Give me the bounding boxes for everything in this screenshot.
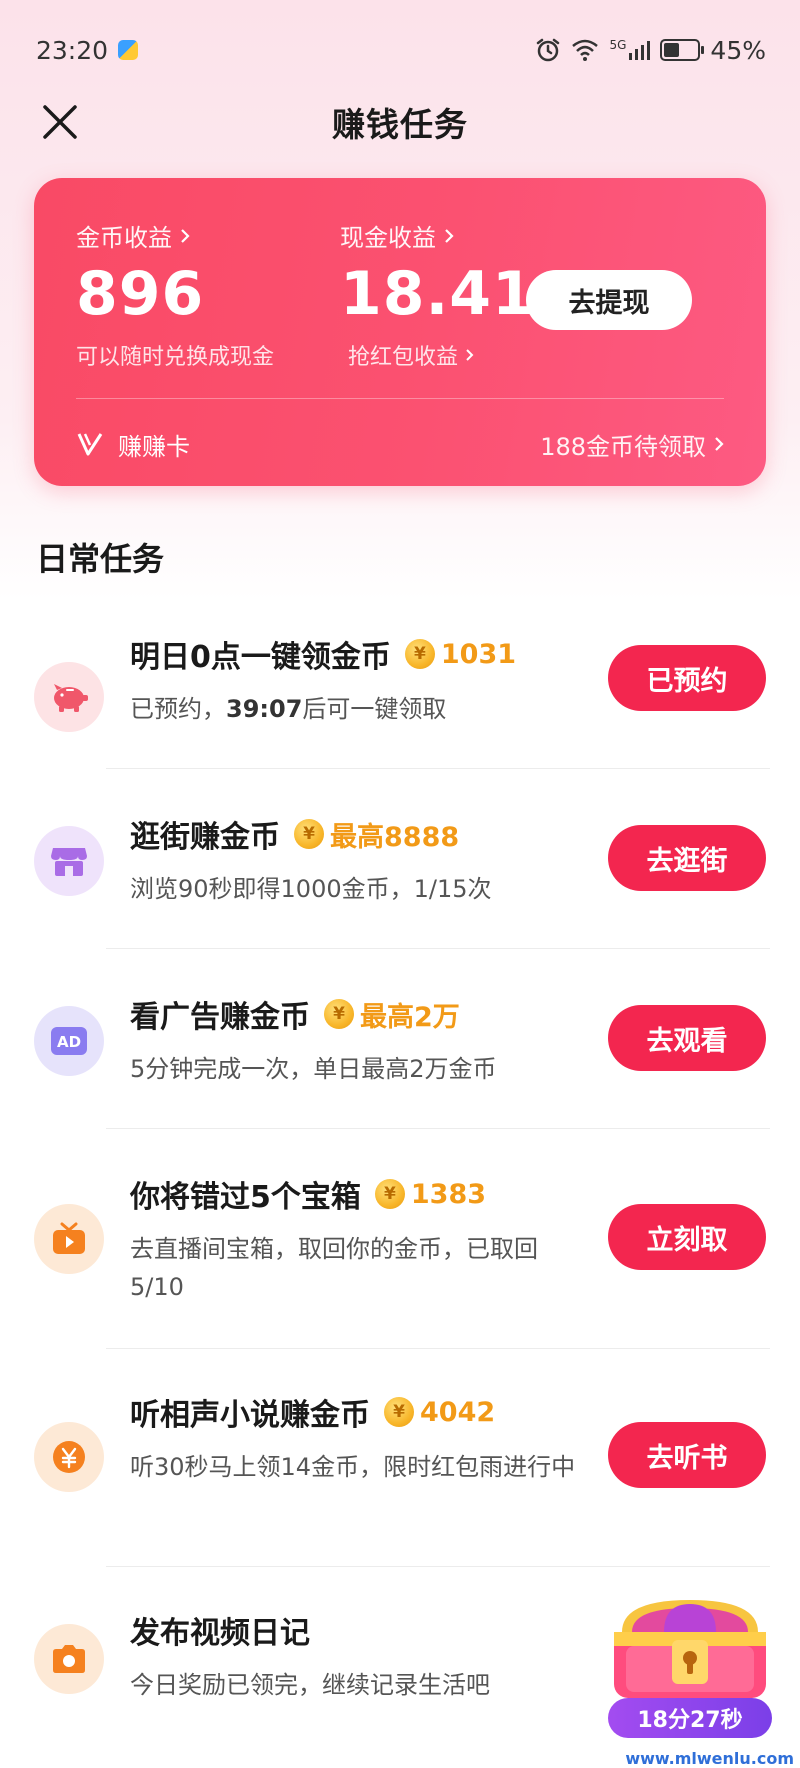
cash-earnings[interactable]: 现金收益 18.41 抢红包收益: [340, 218, 535, 371]
app-notification-icon: [118, 40, 139, 60]
shop-icon: [51, 848, 87, 876]
alarm-icon: [537, 38, 560, 62]
coin-earnings-value: 896: [76, 259, 205, 329]
task-button-watch[interactable]: 去观看: [608, 1005, 766, 1071]
zhuanzhuan-card-label: 赚赚卡: [118, 432, 190, 461]
red-packet-earnings-link[interactable]: 抢红包收益: [348, 339, 458, 371]
coin-icon: ¥: [404, 639, 435, 669]
earn-tasks-page: 23:20 5G 45% 赚钱任务 金币收益 896 可以随时兑换成现金 现金收…: [0, 0, 800, 1768]
page-title: 赚钱任务: [332, 105, 468, 144]
ad-icon: AD: [51, 1027, 87, 1055]
chevron-right-icon: [181, 228, 190, 243]
signal-icon: [629, 41, 651, 60]
v-logo-icon: [77, 433, 103, 456]
task-reward: ¥ 1031: [404, 638, 517, 670]
pending-coins-label: 188金币待领取: [540, 432, 706, 461]
chevron-right-icon: [466, 349, 474, 361]
task-desc: 浏览90秒即得1000金币，1/15次: [130, 875, 492, 903]
coin-icon: ¥: [384, 1397, 414, 1427]
task-icon-wrap: AD: [34, 1006, 104, 1076]
chevron-right-icon: [445, 228, 454, 243]
task-countdown: 39:07: [226, 695, 303, 723]
task-title: 发布视频日记: [130, 1616, 310, 1651]
task-divider: [106, 1348, 770, 1349]
coin-icon: ¥: [374, 1179, 405, 1209]
task-desc: 听30秒马上领14金币，限时红包雨进行中: [130, 1453, 576, 1481]
task-reward-value: 最高8888: [330, 821, 460, 853]
task-reward: ¥ 1383: [374, 1178, 487, 1210]
tv-play-icon: [53, 1222, 85, 1254]
task-reward-value: 1383: [410, 1178, 487, 1210]
task-reward: ¥ 4042: [384, 1397, 495, 1428]
treasure-chest-button[interactable]: 18分27秒: [604, 1592, 776, 1742]
chest-countdown: 18分27秒: [608, 1698, 772, 1738]
status-time: 23:20: [36, 35, 109, 65]
task-icon-wrap: [34, 826, 104, 896]
task-button-go-shopping[interactable]: 去逛街: [608, 825, 766, 891]
coin-earnings-sub: 可以随时兑换成现金: [76, 345, 275, 370]
task-button-reserved[interactable]: 已预约: [608, 645, 766, 711]
task-reward: ¥ 最高2万: [324, 995, 460, 1034]
card-divider: [76, 398, 724, 399]
coin-icon: ¥: [294, 819, 324, 849]
coin-earnings-label: 金币收益: [76, 224, 172, 252]
task-title: 逛街赚金币: [130, 820, 280, 855]
task-icon-wrap: [34, 1624, 104, 1694]
close-icon: [43, 105, 77, 139]
treasure-chest-icon: [614, 1600, 766, 1698]
task-desc: 去直播间宝箱，取回你的金币，已取回 5/10: [130, 1235, 538, 1301]
task-divider: [106, 1566, 770, 1567]
zhuanzhuan-card-link[interactable]: 赚赚卡: [76, 427, 190, 462]
task-title: 听相声小说赚金币: [130, 1398, 370, 1433]
task-reward: ¥ 最高8888: [294, 815, 459, 854]
yen-coin-icon: [53, 1441, 85, 1473]
battery-percent: 45%: [710, 35, 766, 65]
daily-tasks-title: 日常任务: [36, 540, 165, 578]
task-desc-suffix: 后可一键领取: [302, 695, 447, 723]
task-desc: 今日奖励已领完，继续记录生活吧: [130, 1671, 490, 1699]
cash-earnings-value: 18.41: [340, 259, 535, 329]
task-desc: 已预约，39:07后可一键领取: [130, 690, 590, 728]
task-button-listen[interactable]: 去听书: [608, 1422, 766, 1488]
task-divider: [106, 768, 770, 769]
chevron-right-icon: [715, 437, 724, 451]
task-divider: [106, 948, 770, 949]
earnings-card: 金币收益 896 可以随时兑换成现金 现金收益 18.41 抢红包收益 去提现: [34, 178, 766, 486]
watermark: www.mlwenlu.com: [625, 1749, 794, 1768]
coin-icon: ¥: [324, 999, 354, 1029]
withdraw-button[interactable]: 去提现: [526, 270, 692, 330]
network-type: 5G: [609, 37, 627, 52]
task-reward-value: 1031: [440, 638, 517, 670]
cash-earnings-label: 现金收益: [340, 224, 436, 252]
coin-earnings[interactable]: 金币收益 896 可以随时兑换成现金: [76, 218, 274, 371]
close-button[interactable]: [38, 100, 82, 144]
wifi-icon: [572, 39, 599, 61]
battery-level: [664, 43, 679, 57]
camera-icon: [53, 1645, 85, 1673]
task-icon-wrap: [34, 1422, 104, 1492]
battery-icon: [660, 39, 705, 61]
task-title: 看广告赚金币: [130, 1000, 310, 1035]
page-header: 赚钱任务: [0, 92, 800, 152]
piggy-bank-icon: [54, 684, 88, 712]
pending-coins-link[interactable]: 188金币待领取: [540, 427, 726, 462]
task-icon-wrap: [34, 662, 104, 732]
task-reward-value: 4042: [420, 1396, 496, 1428]
task-desc: 5分钟完成一次，单日最高2万金币: [130, 1055, 497, 1083]
task-reward-value: 最高2万: [360, 1001, 460, 1033]
status-bar: 23:20 5G 45%: [0, 0, 800, 100]
task-title: 明日0点一键领金币: [130, 640, 391, 675]
task-button-claim-now[interactable]: 立刻取: [608, 1204, 766, 1270]
task-title: 你将错过5个宝箱: [130, 1180, 361, 1215]
task-icon-wrap: [34, 1204, 104, 1274]
svg-text:AD: AD: [57, 1033, 81, 1051]
task-desc-prefix: 已预约，: [130, 695, 226, 723]
task-divider: [106, 1128, 770, 1129]
